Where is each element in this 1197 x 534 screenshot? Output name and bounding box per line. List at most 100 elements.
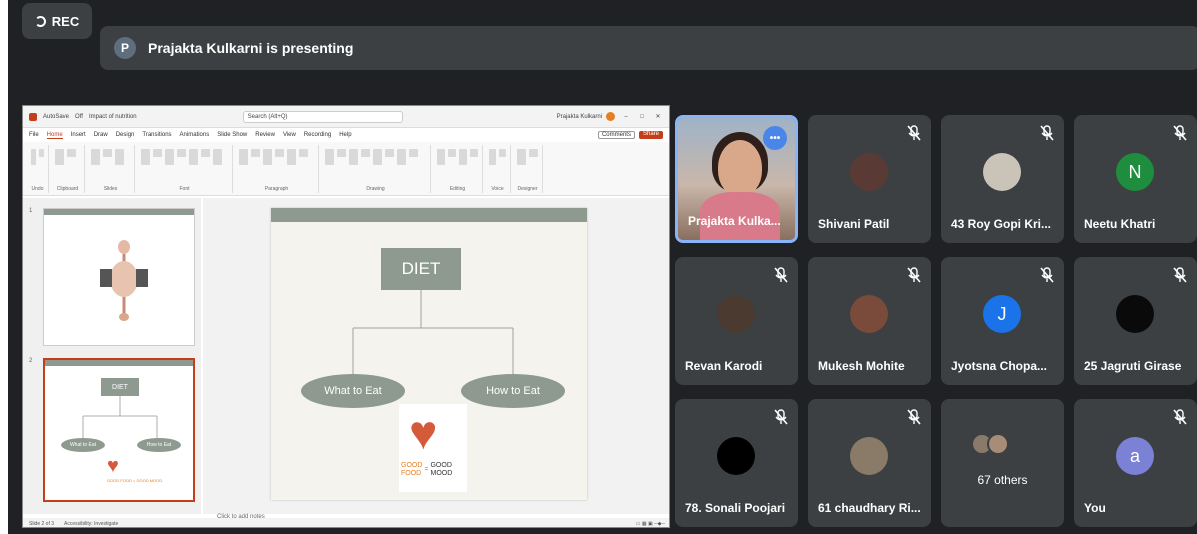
accessibility-status[interactable]: Accessibility: Investigate [64,521,118,527]
ribbon-button-icon[interactable] [437,149,445,165]
ribbon-group-label: Paragraph [264,186,289,192]
ribbon-group-controls[interactable] [437,145,478,186]
more-options-icon[interactable]: ••• [763,126,787,150]
slide-thumbnail-1[interactable] [43,208,195,346]
participant-avatar: a [1116,437,1154,475]
presenter-avatar: P [114,37,136,59]
ribbon-button-icon[interactable] [489,149,496,165]
participant-tile[interactable]: a You [1074,399,1197,527]
ppt-user[interactable]: Prajakta Kulkarni [557,112,615,121]
menu-tab-transitions[interactable]: Transitions [142,132,171,138]
comments-button[interactable]: Comments [597,131,635,139]
menu-tab-animations[interactable]: Animations [180,132,210,138]
ribbon-button-icon[interactable] [397,149,406,165]
participant-name: You [1084,501,1106,515]
menu-tab-review[interactable]: Review [255,132,275,138]
ribbon-group-controls[interactable] [55,145,80,186]
autosave-toggle[interactable]: Off [75,114,83,120]
participant-tile[interactable]: 67 others [941,399,1064,527]
ribbon-button-icon[interactable] [459,149,467,165]
ribbon-button-icon[interactable] [239,149,248,165]
ribbon-button-icon[interactable] [31,149,36,165]
recording-label: REC [51,13,80,29]
participant-tile[interactable]: 78. Sonali Poojari [675,399,798,527]
slide-thumbnail-2[interactable]: DIET What to Eat How to Eat ♥ GOOD FOOD … [43,358,195,502]
ribbon-button-icon[interactable] [409,149,418,157]
ribbon-group-paragraph: Paragraph [235,145,319,193]
ribbon-button-icon[interactable] [275,149,284,157]
ribbon-button-icon[interactable] [251,149,260,157]
participant-tile[interactable]: ••• Prajakta Kulka... [675,115,798,243]
ribbon-button-icon[interactable] [67,149,76,157]
ribbon-button-icon[interactable] [349,149,358,165]
minimize-icon[interactable]: – [621,114,631,120]
ribbon-button-icon[interactable] [165,149,174,165]
ribbon-button-icon[interactable] [201,149,210,157]
ribbon-button-icon[interactable] [470,149,478,157]
ribbon-button-icon[interactable] [373,149,382,165]
menu-tab-insert[interactable]: Insert [71,132,86,138]
ribbon-group-controls[interactable] [517,145,538,186]
ribbon-button-icon[interactable] [299,149,308,157]
ppt-search-input[interactable]: Search (Alt+Q) [242,110,403,123]
ribbon-button-icon[interactable] [103,149,112,157]
good-food-image[interactable]: ♥ GOOD FOOD = GOOD MOOD [399,404,467,492]
menu-tab-home[interactable]: Home [46,132,63,139]
ribbon-group-controls[interactable] [91,145,130,186]
ribbon-group-controls[interactable] [325,145,426,186]
participant-tile[interactable]: 43 Roy Gopi Kri... [941,115,1064,243]
menu-tab-view[interactable]: View [283,132,296,138]
ribbon-group-controls[interactable] [239,145,314,186]
ribbon-button-icon[interactable] [529,149,538,157]
participant-tile[interactable]: Revan Karodi [675,257,798,385]
ribbon-button-icon[interactable] [177,149,186,157]
ribbon-group-controls[interactable] [31,145,44,186]
ribbon-button-icon[interactable] [325,149,334,165]
menu-tab-file[interactable]: File [29,132,39,138]
ribbon-group-controls[interactable] [141,145,228,186]
autosave-label[interactable]: AutoSave [43,114,69,120]
participant-tile[interactable]: 25 Jagruti Girase [1074,257,1197,385]
ribbon-button-icon[interactable] [337,149,346,157]
menu-tab-design[interactable]: Design [116,132,135,138]
ribbon-button-icon[interactable] [287,149,296,165]
slide-how-to-eat-oval[interactable]: How to Eat [461,374,565,408]
participant-tile[interactable]: 61 chaudhary Ri... [808,399,931,527]
ribbon-button-icon[interactable] [385,149,394,157]
ribbon-button-icon[interactable] [448,149,456,157]
current-slide[interactable]: DIET What to Eat How to Eat ♥ GOOD FOOD … [271,208,587,500]
ribbon-button-icon[interactable] [91,149,100,165]
participant-tile[interactable]: Mukesh Mohite [808,257,931,385]
slide-what-to-eat-oval[interactable]: What to Eat [301,374,405,408]
ribbon-button-icon[interactable] [189,149,198,165]
participant-tile[interactable]: N Neetu Khatri [1074,115,1197,243]
menu-tab-draw[interactable]: Draw [94,132,108,138]
mic-off-icon [774,409,788,425]
ribbon-group-controls[interactable] [489,145,506,186]
ribbon-button-icon[interactable] [263,149,272,165]
thumb-left-oval: What to Eat [61,438,105,452]
view-controls[interactable]: ▭ ▦ ▣ ─◆─ [636,521,665,527]
ribbon-button-icon[interactable] [361,149,370,157]
ribbon-button-icon[interactable] [55,149,64,165]
recording-indicator[interactable]: REC [22,3,92,39]
ribbon-button-icon[interactable] [115,149,124,165]
caption-good-2: GOOD [430,462,452,469]
ribbon-button-icon[interactable] [517,149,526,165]
share-button[interactable]: Share [638,131,663,139]
participant-tile[interactable]: Shivani Patil [808,115,931,243]
ribbon-button-icon[interactable] [213,149,222,165]
mic-off-icon [907,409,921,425]
maximize-icon[interactable]: □ [637,114,647,120]
ribbon-button-icon[interactable] [141,149,150,165]
presenting-banner: P Prajakta Kulkarni is presenting [100,26,1197,70]
participant-tile[interactable]: J Jyotsna Chopa... [941,257,1064,385]
ribbon-button-icon[interactable] [499,149,506,157]
menu-tab-recording[interactable]: Recording [304,132,331,138]
ribbon-button-icon[interactable] [153,149,162,157]
thumb-header-bar [44,209,194,215]
menu-tab-help[interactable]: Help [339,132,351,138]
menu-tab-slide-show[interactable]: Slide Show [217,132,247,138]
ribbon-button-icon[interactable] [39,149,44,157]
close-icon[interactable]: ✕ [653,113,663,120]
